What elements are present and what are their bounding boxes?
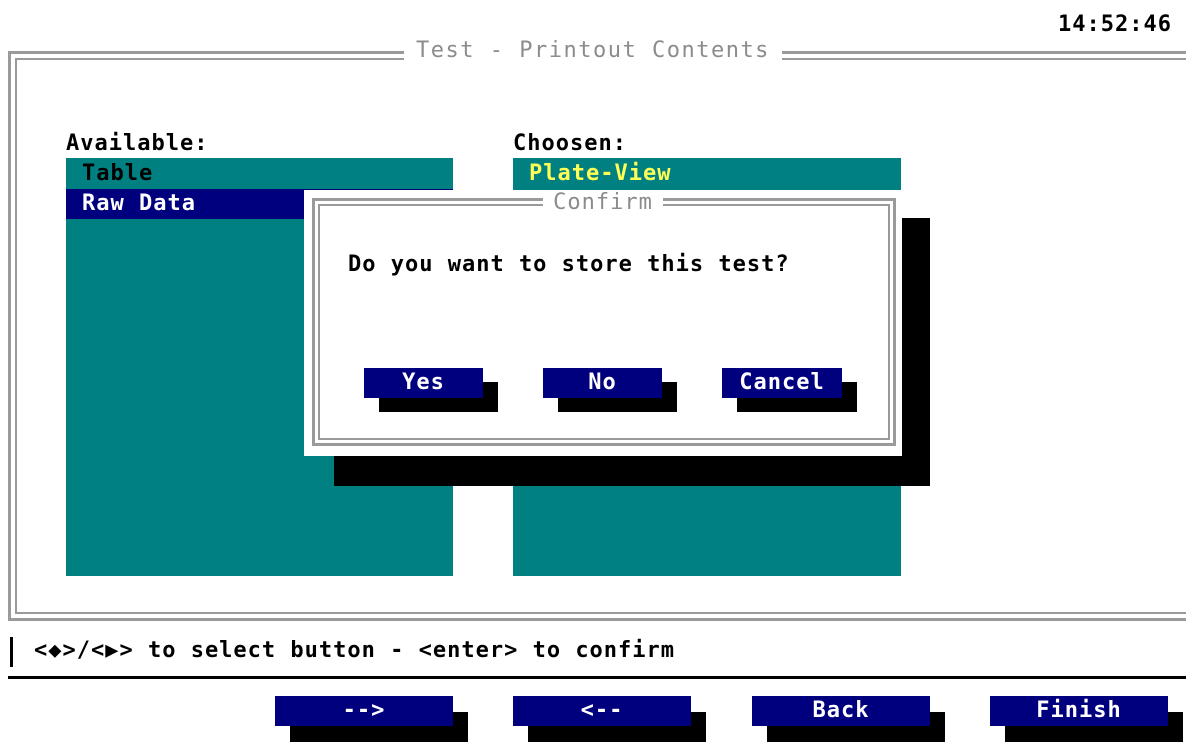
dialog-title: Confirm xyxy=(543,190,663,215)
yes-button[interactable]: Yes xyxy=(364,368,483,398)
available-item-table[interactable]: Table xyxy=(66,159,453,189)
remove-button[interactable]: <-- xyxy=(513,696,691,726)
window-title-bar: Test - Printout Contents xyxy=(0,38,1186,63)
status-cursor xyxy=(10,637,13,667)
hint-text: <◆>/<▶> to select button - <enter> to co… xyxy=(34,638,676,663)
chosen-label: Choosen: xyxy=(513,131,627,156)
finish-button[interactable]: Finish xyxy=(990,696,1168,726)
cancel-button[interactable]: Cancel xyxy=(722,368,842,398)
back-button[interactable]: Back xyxy=(752,696,930,726)
available-label: Available: xyxy=(66,131,209,156)
dialog-message: Do you want to store this test? xyxy=(348,252,790,277)
window-title: Test - Printout Contents xyxy=(404,38,782,63)
dialog-title-bar: Confirm xyxy=(304,190,902,215)
chosen-item-plate-view[interactable]: Plate-View xyxy=(513,159,901,189)
clock: 14:52:46 xyxy=(1058,12,1172,37)
divider xyxy=(8,676,1186,679)
add-button[interactable]: --> xyxy=(275,696,453,726)
no-button[interactable]: No xyxy=(543,368,662,398)
